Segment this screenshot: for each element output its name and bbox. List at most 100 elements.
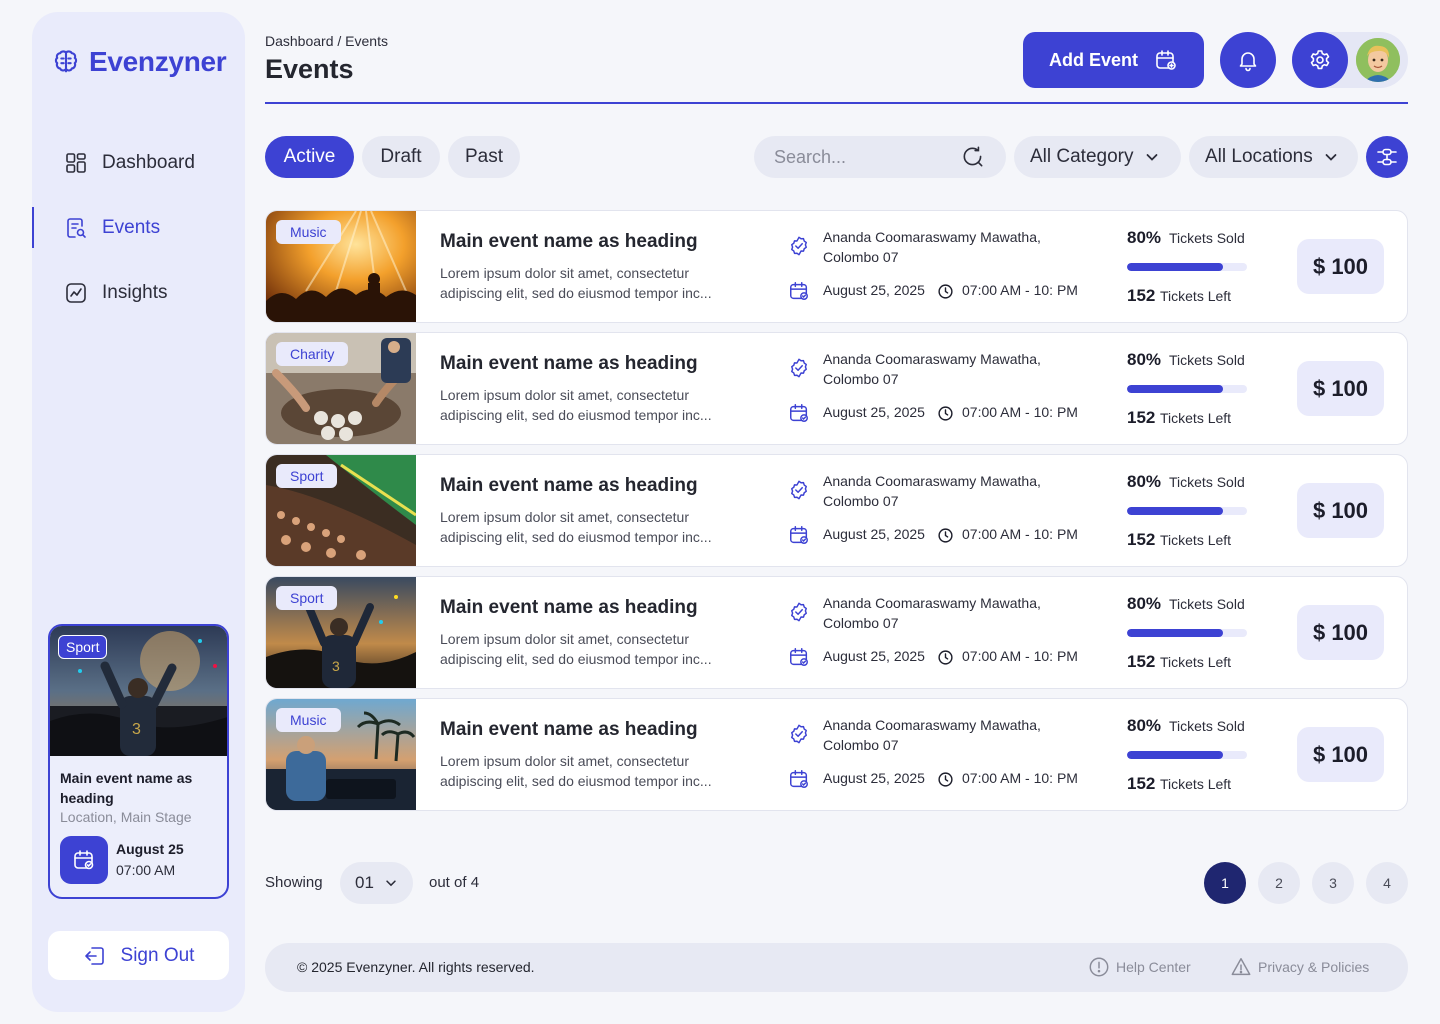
event-description: Lorem ipsum dolor sit amet, consectetur … (440, 509, 712, 545)
add-event-label: Add Event (1048, 49, 1138, 70)
location-dropdown-value: All Locations (1205, 146, 1313, 167)
tickets-progress-fill (1127, 751, 1223, 759)
tickets-progress-bar (1127, 385, 1247, 393)
chevron-down-icon (1146, 154, 1157, 161)
event-location: Ananda Coomaraswamy Mawatha, Colombo 07 (823, 595, 1041, 631)
tickets-left-count: 152 (1127, 652, 1156, 671)
event-location: Ananda Coomaraswamy Mawatha, Colombo 07 (823, 229, 1041, 265)
search-input[interactable] (774, 146, 944, 168)
sidebar: Evenzyner Dashboard Events Insights 3 Sp… (32, 12, 245, 1012)
verified-location-icon (791, 724, 807, 744)
featured-event-location: Location, Main Stage (60, 809, 192, 825)
sidebar-item-dashboard[interactable]: Dashboard (32, 130, 245, 195)
tickets-sold-percent: 80% (1127, 472, 1162, 491)
clock-icon (938, 284, 953, 299)
app-name: Evenzyner (89, 46, 227, 77)
event-title: Main event name as heading (440, 353, 698, 374)
add-event-button[interactable]: Add Event (1023, 32, 1204, 88)
search-refresh-icon[interactable] (960, 144, 986, 170)
avatar[interactable] (1356, 38, 1400, 82)
search-box (754, 136, 1006, 178)
grid-icon (66, 152, 86, 173)
tickets-progress-bar (1127, 629, 1247, 637)
sidebar-nav: Dashboard Events Insights (32, 130, 245, 325)
page-title: Events (265, 54, 354, 84)
page-button-4[interactable]: 4 (1366, 862, 1408, 904)
event-title: Main event name as heading (440, 475, 698, 496)
featured-event-card[interactable]: 3 Sport Main event name as heading Locat… (48, 624, 229, 899)
bell-icon (1239, 52, 1257, 72)
location-dropdown[interactable]: All Locations (1189, 136, 1358, 178)
gear-icon (1310, 50, 1330, 70)
featured-event-title: Main event name as heading (60, 770, 193, 806)
tickets-left-count: 152 (1127, 530, 1156, 549)
sign-out-icon (84, 946, 104, 965)
calendar-check-icon (74, 850, 94, 870)
event-date: August 25, 2025 (823, 770, 925, 786)
verified-location-icon (791, 358, 807, 378)
sidebar-item-label: Events (102, 216, 161, 238)
event-document-icon (67, 217, 86, 238)
category-dropdown-value: All Category (1030, 146, 1134, 167)
notifications-button[interactable] (1220, 32, 1276, 88)
sign-out-label: Sign Out (120, 944, 195, 966)
event-time: 07:00 AM - 10: PM (962, 404, 1078, 420)
brain-icon (54, 50, 78, 73)
chart-icon (66, 282, 86, 303)
tab-active[interactable]: Active (265, 136, 354, 178)
help-center-link[interactable]: Help Center (1088, 956, 1191, 978)
per-page-value: 01 (355, 873, 374, 892)
tickets-left-label: Tickets Left (1160, 288, 1232, 304)
event-title: Main event name as heading (440, 597, 698, 618)
chevron-down-icon (1325, 154, 1337, 161)
tab-past[interactable]: Past (448, 136, 520, 178)
event-location: Ananda Coomaraswamy Mawatha, Colombo 07 (823, 717, 1041, 753)
page-button-3[interactable]: 3 (1312, 862, 1354, 904)
event-row[interactable]: 3 Sport Main event name as heading Lorem… (265, 576, 1408, 689)
event-price: $ 100 (1297, 605, 1384, 660)
sign-out-button[interactable]: Sign Out (48, 931, 229, 980)
event-row[interactable]: Music Main event name as heading Lorem i… (265, 698, 1408, 811)
tickets-progress-fill (1127, 263, 1223, 271)
calendar-add-icon (1156, 50, 1176, 70)
event-row[interactable]: Charity Main event name as heading Lorem… (265, 332, 1408, 445)
event-category-badge: Charity (276, 342, 349, 366)
verified-location-icon (791, 480, 807, 500)
page-button-1[interactable]: 1 (1204, 862, 1246, 904)
help-center-label: Help Center (1116, 959, 1191, 975)
event-location: Ananda Coomaraswamy Mawatha, Colombo 07 (823, 351, 1041, 387)
clock-icon (938, 528, 953, 543)
tickets-progress-fill (1127, 507, 1223, 515)
tickets-sold-percent: 80% (1127, 594, 1162, 613)
event-price: $ 100 (1297, 727, 1384, 782)
tab-draft[interactable]: Draft (362, 136, 440, 178)
sidebar-item-insights[interactable]: Insights (32, 260, 245, 325)
per-page-select[interactable]: 01 (340, 862, 413, 904)
filter-button[interactable] (1366, 136, 1408, 178)
event-image: 3 Sport (266, 577, 416, 688)
warning-triangle-icon (1231, 958, 1251, 976)
tickets-sold-percent: 80% (1127, 716, 1162, 735)
category-dropdown[interactable]: All Category (1014, 136, 1181, 178)
calendar-check-icon (790, 648, 808, 666)
featured-event-image: 3 Sport (50, 626, 227, 756)
tickets-progress-fill (1127, 385, 1223, 393)
clock-icon (938, 406, 953, 421)
privacy-policies-label: Privacy & Policies (1258, 959, 1370, 975)
tickets-left-count: 152 (1127, 408, 1156, 427)
verified-location-icon (791, 602, 807, 622)
verified-location-icon (791, 236, 807, 256)
privacy-policies-link[interactable]: Privacy & Policies (1230, 956, 1369, 978)
tickets-sold-label: Tickets Sold (1169, 474, 1245, 490)
event-description: Lorem ipsum dolor sit amet, consectetur … (440, 631, 712, 667)
tickets-progress-bar (1127, 507, 1247, 515)
featured-event-badge: Sport (58, 635, 108, 659)
page-button-2[interactable]: 2 (1258, 862, 1300, 904)
settings-button[interactable] (1292, 32, 1348, 88)
event-category-badge: Sport (276, 586, 338, 610)
event-row[interactable]: Music Main event name as heading Lorem i… (265, 210, 1408, 323)
breadcrumb[interactable]: Dashboard / Events (265, 33, 388, 49)
event-row[interactable]: Sport Main event name as heading Lorem i… (265, 454, 1408, 567)
sidebar-item-events[interactable]: Events (32, 195, 245, 260)
app-logo[interactable]: Evenzyner (52, 46, 227, 78)
